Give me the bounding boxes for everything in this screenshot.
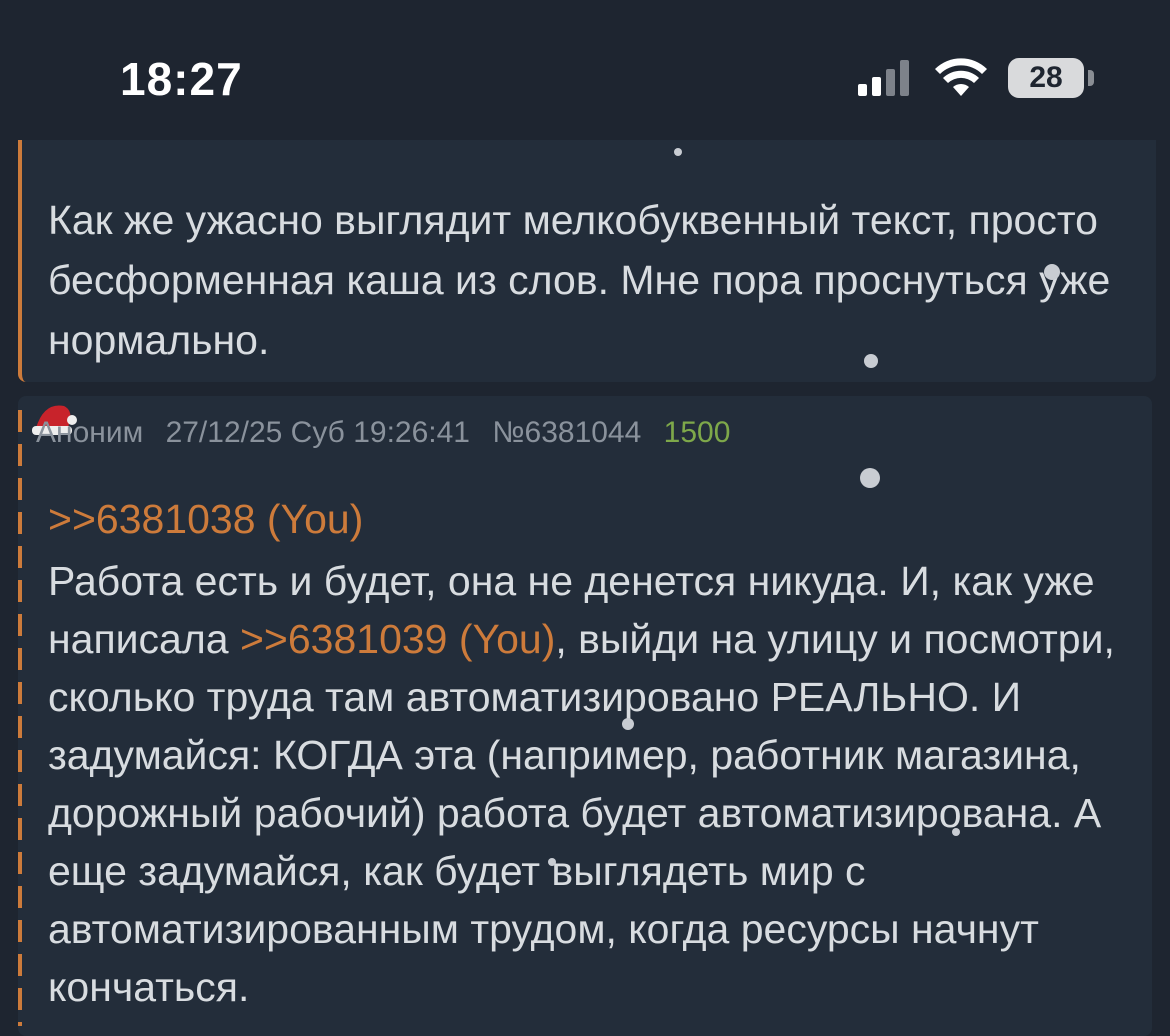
- reply-link[interactable]: >>6381038 (You): [48, 496, 363, 543]
- snowflake: [622, 718, 634, 730]
- snowflake: [864, 354, 878, 368]
- wifi-icon: [935, 58, 987, 96]
- post-date: 27/12/25 Суб 19:26:41: [165, 416, 470, 449]
- snowflake: [674, 148, 682, 156]
- post-body: Работа есть и будет, она не денется нику…: [48, 552, 1128, 1016]
- post-header: Аноним 27/12/25 Суб 19:26:41 №6381044 15…: [36, 416, 744, 450]
- reply-indicator: [18, 410, 22, 1026]
- battery-icon: 28: [1008, 58, 1084, 98]
- snowflake: [1044, 264, 1060, 280]
- post-body: Как же ужасно выглядит мелкобуквенный те…: [48, 197, 1111, 363]
- battery-tip: [1088, 70, 1094, 86]
- snowflake: [548, 858, 556, 866]
- post-text: , выйди на улицу и посмотри, сколько тру…: [48, 616, 1115, 1010]
- status-time: 18:27: [120, 53, 243, 105]
- post-score: 1500: [663, 416, 731, 449]
- snowflake: [952, 828, 960, 836]
- battery-level: 28: [1029, 61, 1063, 94]
- status-bar: 18:27 28: [0, 0, 1170, 140]
- post-author[interactable]: Аноним: [36, 416, 143, 449]
- cellular-signal-icon: [858, 60, 914, 96]
- post-number[interactable]: №6381044: [492, 416, 641, 449]
- inline-reply-link[interactable]: >>6381039 (You): [240, 616, 555, 662]
- snowflake: [860, 468, 880, 488]
